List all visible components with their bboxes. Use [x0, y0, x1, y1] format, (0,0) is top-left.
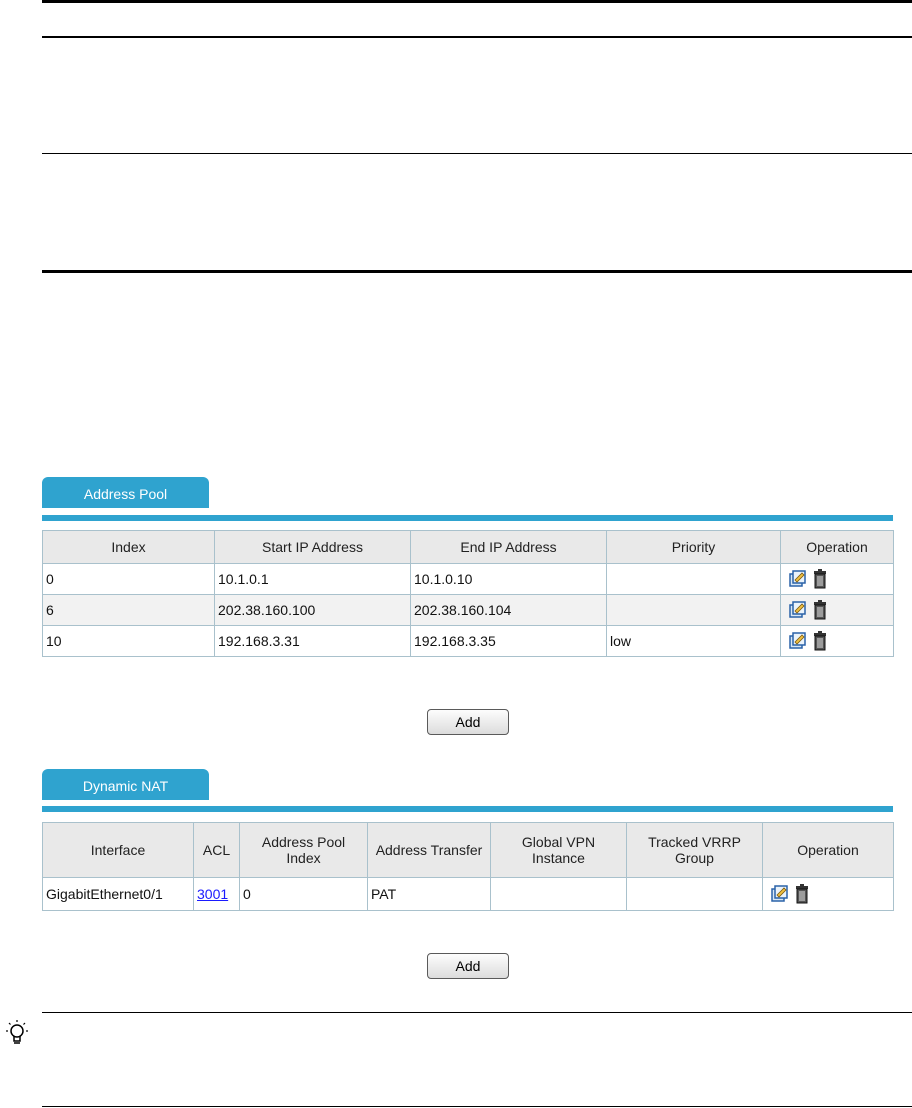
- delete-icon[interactable]: [812, 568, 828, 590]
- address-pool-tab-bar: [42, 515, 893, 521]
- acl-link[interactable]: 3001: [197, 886, 228, 902]
- col-operation: Operation: [780, 530, 894, 564]
- cell-priority: [606, 594, 781, 626]
- dynamic-nat-table: Interface ACL Address Pool Index Address…: [42, 822, 894, 911]
- top-rule: [42, 0, 912, 3]
- col-address-transfer: Address Transfer: [367, 822, 491, 878]
- delete-icon[interactable]: [812, 599, 828, 621]
- cell-tracked-vrrp: [626, 877, 763, 911]
- table-rule-2: [42, 153, 912, 154]
- tab-dynamic-nat[interactable]: Dynamic NAT: [42, 769, 209, 800]
- col-end-ip: End IP Address: [410, 530, 607, 564]
- cell-acl: 3001: [193, 877, 240, 911]
- tip-rule-bottom: [42, 1106, 912, 1107]
- cell-interface: GigabitEthernet0/1: [42, 877, 194, 911]
- address-pool-table: Index Start IP Address End IP Address Pr…: [42, 530, 894, 657]
- col-priority: Priority: [606, 530, 781, 564]
- cell-operation: [762, 877, 894, 911]
- tab-address-pool[interactable]: Address Pool: [42, 477, 209, 508]
- cell-priority: [606, 563, 781, 595]
- col-operation: Operation: [762, 822, 894, 878]
- col-pool-index: Address Pool Index: [239, 822, 368, 878]
- edit-icon[interactable]: [786, 568, 808, 590]
- edit-icon[interactable]: [786, 599, 808, 621]
- col-interface: Interface: [42, 822, 194, 878]
- cell-pool-index: 0: [239, 877, 368, 911]
- col-index: Index: [42, 530, 215, 564]
- add-dynamic-nat-button[interactable]: Add: [427, 953, 509, 979]
- add-address-pool-button[interactable]: Add: [427, 709, 509, 735]
- cell-start-ip: 10.1.0.1: [214, 563, 411, 595]
- col-acl: ACL: [193, 822, 240, 878]
- table-row: 0 10.1.0.1 10.1.0.10: [42, 563, 894, 595]
- cell-index: 0: [42, 563, 215, 595]
- table-row: 6 202.38.160.100 202.38.160.104: [42, 594, 894, 626]
- cell-priority: low: [606, 625, 781, 657]
- cell-address-transfer: PAT: [367, 877, 491, 911]
- table-rule-3: [42, 270, 912, 273]
- cell-index: 10: [42, 625, 215, 657]
- tip-rule-top: [42, 1012, 912, 1013]
- cell-start-ip: 192.168.3.31: [214, 625, 411, 657]
- cell-end-ip: 192.168.3.35: [410, 625, 607, 657]
- col-global-vpn: Global VPN Instance: [490, 822, 627, 878]
- delete-icon[interactable]: [794, 883, 810, 905]
- cell-end-ip: 202.38.160.104: [410, 594, 607, 626]
- cell-end-ip: 10.1.0.10: [410, 563, 607, 595]
- delete-icon[interactable]: [812, 630, 828, 652]
- table-row: 10 192.168.3.31 192.168.3.35 low: [42, 625, 894, 657]
- lightbulb-icon: [2, 1019, 32, 1049]
- col-tracked-vrrp: Tracked VRRP Group: [626, 822, 763, 878]
- edit-icon[interactable]: [768, 883, 790, 905]
- cell-global-vpn: [490, 877, 627, 911]
- cell-operation: [780, 625, 894, 657]
- table-rule-1: [42, 36, 912, 38]
- cell-operation: [780, 563, 894, 595]
- cell-index: 6: [42, 594, 215, 626]
- edit-icon[interactable]: [786, 630, 808, 652]
- cell-operation: [780, 594, 894, 626]
- dynamic-nat-tab-bar: [42, 806, 893, 812]
- cell-start-ip: 202.38.160.100: [214, 594, 411, 626]
- table-row: GigabitEthernet0/1 3001 0 PAT: [42, 877, 894, 911]
- col-start-ip: Start IP Address: [214, 530, 411, 564]
